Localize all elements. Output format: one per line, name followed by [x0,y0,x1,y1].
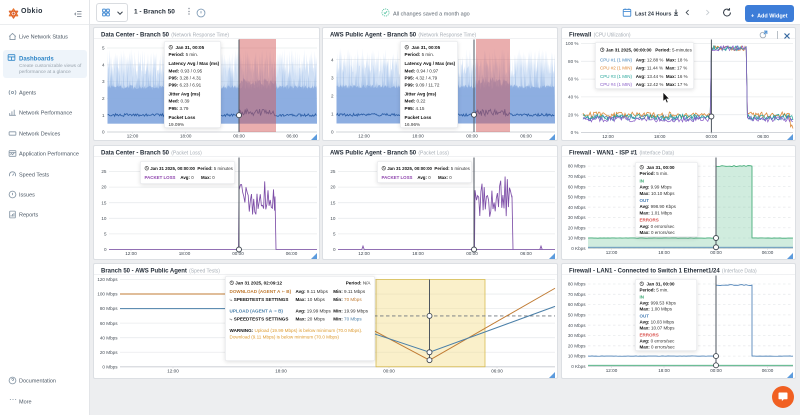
svg-text:00:00: 00:00 [233,134,245,139]
svg-text:30 Mbps: 30 Mbps [568,215,586,220]
svg-text:0: 0 [333,247,336,252]
svg-text:06:00: 06:00 [491,369,503,374]
svg-text:06:00: 06:00 [762,368,774,373]
svg-text:1: 1 [331,112,334,117]
svg-text:06:00: 06:00 [520,134,532,139]
svg-text:5: 5 [104,232,107,237]
svg-text:40 Mbps: 40 Mbps [568,323,586,328]
svg-text:06:00: 06:00 [762,250,774,255]
svg-text:20: 20 [330,185,336,190]
svg-text:18:00: 18:00 [658,250,670,255]
svg-text:5: 5 [102,46,105,51]
svg-text:0 Mbps: 0 Mbps [102,364,118,369]
svg-text:70 Mbps: 70 Mbps [568,292,586,297]
svg-text:12:00: 12:00 [606,250,618,255]
svg-text:00:00: 00:00 [706,134,718,139]
svg-text:18:00: 18:00 [412,134,424,139]
svg-text:20 Mbps: 20 Mbps [568,343,586,348]
svg-text:10 Mbps: 10 Mbps [568,354,586,359]
svg-text:0 %: 0 % [571,130,579,135]
svg-text:00:00: 00:00 [710,250,722,255]
svg-text:40 Mbps: 40 Mbps [100,335,118,340]
svg-text:80 Mbps: 80 Mbps [568,282,586,287]
svg-text:0: 0 [331,130,334,135]
svg-text:50 Mbps: 50 Mbps [568,313,586,318]
svg-text:18:00: 18:00 [658,368,670,373]
svg-text:12:00: 12:00 [125,251,137,256]
svg-text:0 Kbps: 0 Kbps [571,246,586,251]
svg-text:06:00: 06:00 [286,134,298,139]
svg-text:15: 15 [330,200,336,205]
svg-text:18:00: 18:00 [275,369,287,374]
svg-text:25: 25 [330,169,336,174]
svg-text:20 Mbps: 20 Mbps [568,225,586,230]
svg-text:100 Mbps: 100 Mbps [97,292,118,297]
svg-text:3: 3 [102,79,105,84]
svg-text:30 Mbps: 30 Mbps [568,333,586,338]
svg-text:50 Mbps: 50 Mbps [568,195,586,200]
svg-text:3: 3 [331,75,334,80]
svg-text:18:00: 18:00 [180,134,192,139]
svg-text:12:00: 12:00 [602,134,614,139]
svg-text:100 %: 100 % [565,41,578,46]
svg-text:4: 4 [331,57,334,62]
svg-text:00:00: 00:00 [383,369,395,374]
svg-text:00:00: 00:00 [466,134,478,139]
svg-text:00:00: 00:00 [466,251,478,256]
svg-text:18:00: 18:00 [412,251,424,256]
svg-text:00:00: 00:00 [710,368,722,373]
svg-text:12:00: 12:00 [606,368,618,373]
svg-text:10: 10 [330,216,336,221]
svg-text:40 %: 40 % [568,95,578,100]
svg-text:06:00: 06:00 [286,251,298,256]
svg-text:60 Mbps: 60 Mbps [100,321,118,326]
svg-text:18:00: 18:00 [654,134,666,139]
svg-text:60 Mbps: 60 Mbps [568,302,586,307]
svg-text:0 Kbps: 0 Kbps [571,364,586,369]
svg-text:5: 5 [333,232,336,237]
svg-text:60 Mbps: 60 Mbps [568,184,586,189]
svg-text:2: 2 [331,93,334,98]
svg-text:12:00: 12:00 [358,134,370,139]
svg-text:12:00: 12:00 [358,251,370,256]
svg-text:06:00: 06:00 [520,251,532,256]
svg-text:20 %: 20 % [568,112,578,117]
svg-text:80 Mbps: 80 Mbps [100,306,118,311]
svg-text:4: 4 [102,62,105,67]
svg-text:70 Mbps: 70 Mbps [568,174,586,179]
svg-text:120 Mbps: 120 Mbps [97,277,118,282]
svg-text:0: 0 [104,247,107,252]
svg-text:80 %: 80 % [568,59,578,64]
svg-text:10 Mbps: 10 Mbps [568,236,586,241]
svg-text:18:00: 18:00 [179,251,191,256]
svg-text:06:00: 06:00 [757,134,769,139]
svg-text:60 %: 60 % [568,77,578,82]
svg-text:20 Mbps: 20 Mbps [100,350,118,355]
svg-text:80 Mbps: 80 Mbps [568,164,586,169]
svg-text:40 Mbps: 40 Mbps [568,205,586,210]
svg-text:12:00: 12:00 [167,369,179,374]
